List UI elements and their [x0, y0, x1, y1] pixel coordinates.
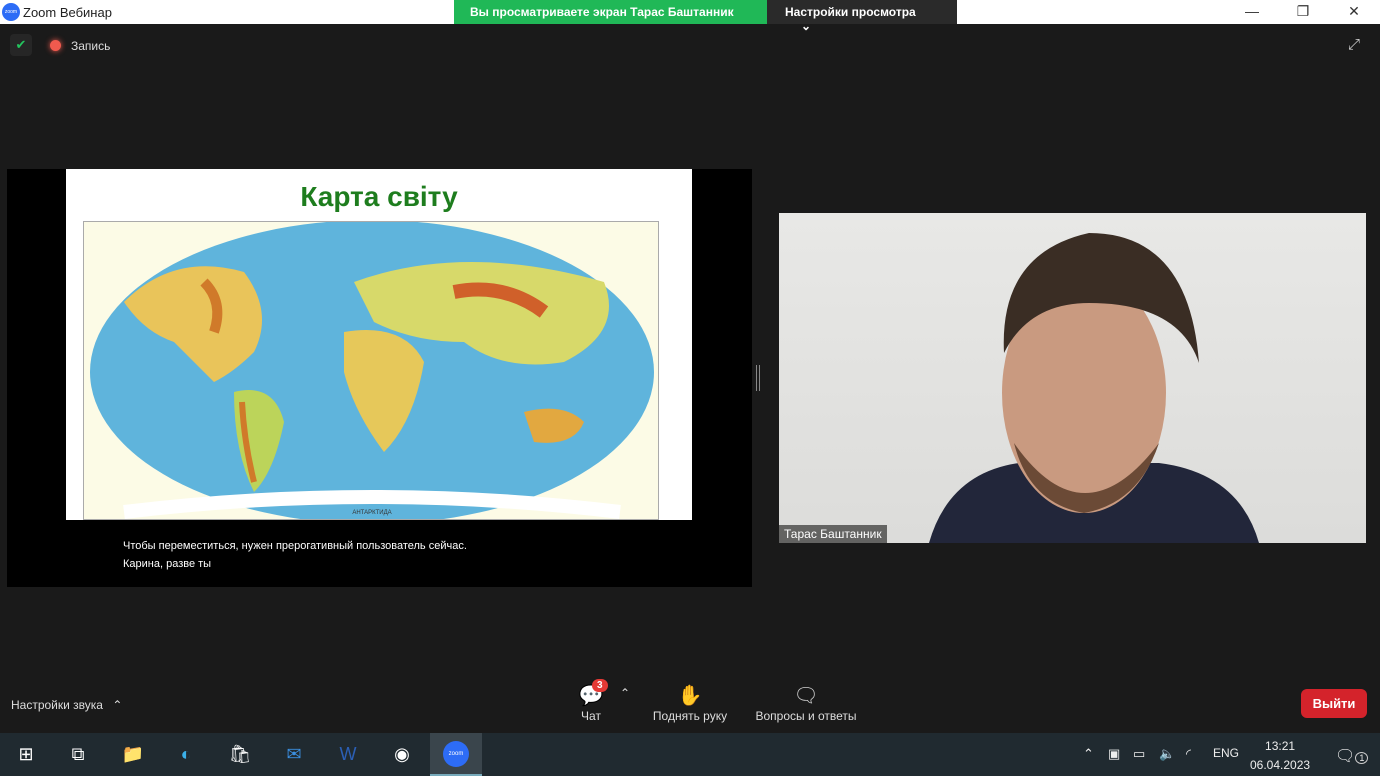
notifications-icon[interactable]: 🗨 1 [1335, 746, 1369, 766]
caption-line: Карина, разве ты [123, 558, 212, 570]
zoom-logo-icon: zoom [2, 3, 20, 21]
world-map: АНТАРКТИДА [83, 221, 659, 520]
taskbar: ⊞ ⧉ 📁 ◐ 🛍 ✉ W ◉ zoom ⌃ ▣ ▭ 🔈 ◜ ENG 13:21… [0, 733, 1380, 776]
edge-icon[interactable]: ◐ [160, 733, 212, 776]
view-options-label: Настройки просмотра [785, 5, 916, 19]
participant-image [929, 233, 1259, 543]
clock[interactable]: 13:21 06.04.2023 [1250, 737, 1310, 775]
participant-name: Тарас Баштанник [779, 525, 887, 543]
leave-button[interactable]: Выйти [1301, 689, 1367, 718]
raise-hand-label: Поднять руку [652, 709, 728, 723]
hand-icon: ✋ [677, 685, 703, 707]
share-banner: Вы просматриваете экран Тарас Баштанник … [454, 0, 957, 33]
chat-options-chevron-icon[interactable]: ⌃ [620, 686, 630, 700]
recording-icon [50, 40, 61, 51]
word-icon[interactable]: W [322, 733, 374, 776]
viewing-screen-label: Вы просматриваете экран Тарас Баштанник [454, 0, 767, 24]
raise-hand-button[interactable]: ✋ Поднять руку [646, 683, 734, 723]
recording-label: Запись [71, 39, 111, 53]
view-options-button[interactable]: Настройки просмотра ⌄ [767, 0, 957, 33]
qa-label: Вопросы и ответы [755, 709, 857, 723]
close-button[interactable]: ✕ [1339, 3, 1369, 20]
volume-icon[interactable]: 🔈 [1159, 746, 1175, 762]
shared-screen: Карта світу АНТАРКТИДА Чтобы переместить… [7, 169, 752, 587]
show-hidden-icons[interactable]: ⌃ [1083, 746, 1094, 762]
participant-video: Тарас Баштанник [779, 213, 1366, 543]
qa-icon: 🗨 [793, 685, 819, 707]
chevron-down-icon: ⌄ [801, 19, 812, 33]
wifi-icon[interactable]: ◜ [1186, 746, 1191, 762]
mail-icon[interactable]: ✉ [268, 733, 320, 776]
date: 06.04.2023 [1250, 758, 1311, 772]
audio-settings-button[interactable]: Настройки звука ⌃ [11, 698, 122, 712]
chat-label: Чат [581, 709, 601, 723]
chat-button[interactable]: 💬 3 Чат [576, 679, 608, 723]
chat-badge: 3 [592, 679, 608, 692]
zoom-taskbar-icon[interactable]: zoom [430, 733, 482, 776]
windows-start-icon[interactable]: ⊞ [0, 733, 52, 776]
qa-button[interactable]: 🗨 Вопросы и ответы [748, 683, 864, 723]
minimize-button[interactable]: — [1237, 3, 1267, 19]
battery-icon[interactable]: ▭ [1133, 746, 1145, 762]
task-view-icon[interactable]: ⧉ [52, 733, 104, 776]
audio-settings-label: Настройки звука [11, 698, 103, 712]
security-shield-icon[interactable]: ✔ [10, 34, 32, 56]
time: 13:21 [1265, 739, 1296, 753]
window-title: Zoom Вебинар [23, 5, 112, 20]
camera-icon[interactable]: ▣ [1108, 746, 1120, 762]
language-indicator[interactable]: ENG [1213, 746, 1239, 760]
zoom-app-icon: zoom [443, 740, 469, 767]
map-label-antarctica: АНТАРКТИДА [352, 510, 391, 516]
store-icon[interactable]: 🛍 [214, 733, 266, 776]
maximize-button[interactable]: ❐ [1288, 3, 1318, 20]
split-resize-handle[interactable] [756, 365, 760, 391]
chrome-icon[interactable]: ◉ [376, 733, 428, 776]
caption-line: Чтобы переместиться, нужен прерогативный… [123, 540, 467, 552]
slide-title: Карта світу [300, 181, 458, 212]
slide: Карта світу АНТАРКТИДА [66, 169, 692, 520]
fullscreen-icon[interactable]: ⤢ [1348, 36, 1360, 53]
chevron-up-icon: ⌃ [112, 698, 123, 712]
file-explorer-icon[interactable]: 📁 [107, 733, 159, 776]
notification-count: 1 [1355, 752, 1369, 764]
